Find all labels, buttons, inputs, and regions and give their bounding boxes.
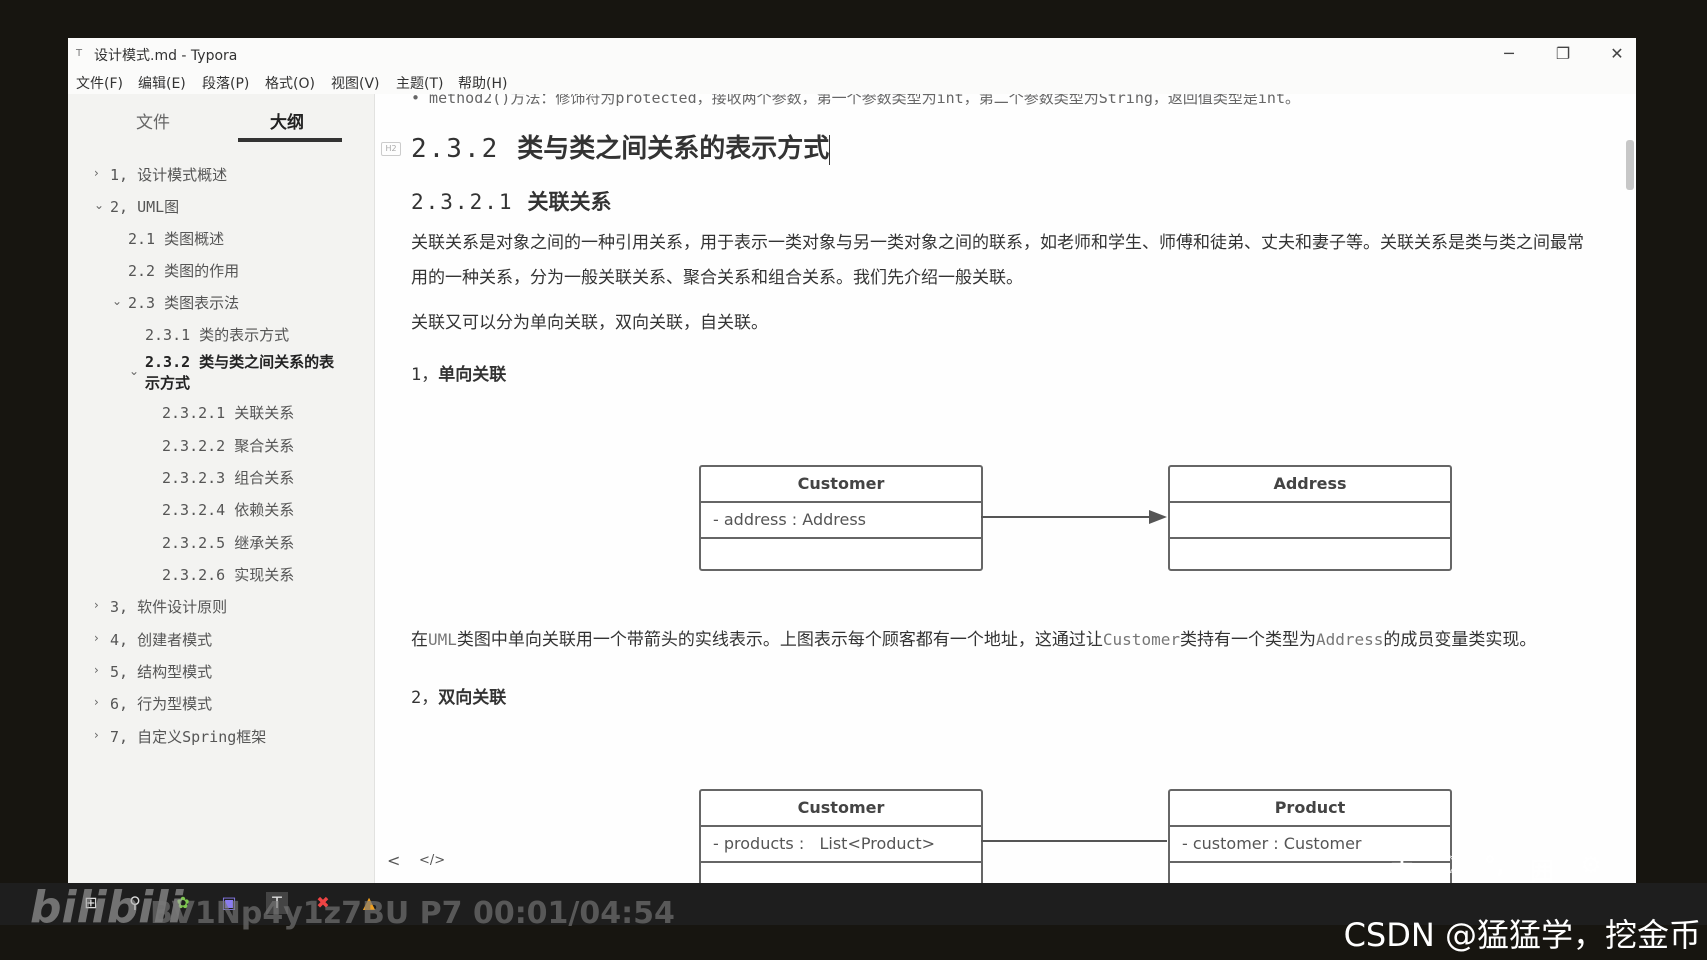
uml-class-customer: Customer - address : Address	[699, 465, 983, 571]
paragraph[interactable]: 在UML类图中单向关联用一个带箭头的实线表示。上图表示每个顾客都有一个地址，这通…	[411, 622, 1591, 658]
toc-item[interactable]: 2.3 类图表示法	[128, 292, 239, 313]
chevron-right-icon[interactable]: ›	[94, 728, 99, 742]
moon-icon[interactable]: ☽	[1438, 851, 1460, 879]
inline-code: Address	[1315, 630, 1384, 649]
heading-text: 类与类之间关系的表示方式	[517, 134, 830, 164]
list-item: • method2()方法：修饰符为protected，接收两个参数，第一个参数…	[411, 94, 1300, 107]
inline-code: Customer	[1102, 630, 1180, 649]
chevron-right-icon[interactable]: ›	[94, 631, 99, 645]
toc-item[interactable]: 2.3.2.5 继承关系	[162, 532, 294, 553]
ime-chinese-icon[interactable]: 中	[1390, 851, 1414, 886]
toc-item[interactable]: 1, 设计模式概述	[110, 164, 227, 185]
close-icon[interactable]: ✕	[1600, 42, 1634, 66]
toc-item[interactable]: 2.3.2.2 聚合关系	[162, 435, 294, 456]
menu-theme[interactable]: 主题(T)	[396, 73, 443, 93]
subheading-text: 单向关联	[438, 365, 507, 385]
text: 类图中单向关联用一个带箭头的实线表示。上图表示每个顾客都有一个地址，这通过让	[456, 630, 1103, 650]
menu-bar: 文件(F) 编辑(E) 段落(P) 格式(O) 视图(V) 主题(T) 帮助(H…	[68, 70, 1636, 94]
keyboard-icon[interactable]: 囲	[1530, 851, 1554, 886]
text: 类持有一个类型为	[1179, 630, 1316, 650]
tab-outline[interactable]: 大纲	[270, 108, 304, 133]
restore-icon[interactable]: ❐	[1546, 42, 1580, 66]
toc-item[interactable]: 2.3.2.3 组合关系	[162, 467, 294, 488]
toc-item[interactable]: 7, 自定义Spring框架	[110, 726, 266, 747]
chevron-right-icon[interactable]: ›	[94, 598, 99, 612]
uml-class-customer: Customer - products : List<Product>	[699, 789, 983, 883]
subheading[interactable]: 2，双向关联	[411, 683, 506, 708]
toc-item[interactable]: 2.3.2.4 依赖关系	[162, 499, 294, 520]
toc-item-active[interactable]: 2.3.2 类与类之间关系的表示方式	[145, 352, 345, 394]
uml-operations	[701, 863, 981, 883]
toc-item[interactable]: 6, 行为型模式	[110, 693, 212, 714]
uml-class-name: Product	[1170, 791, 1450, 827]
subheading-number: 1，	[411, 365, 439, 385]
punctuation-icon[interactable]: °,	[1484, 851, 1505, 879]
ime-toolbar: 中 ☽ °, 囲 ⚙	[1380, 845, 1630, 885]
toggle-sidebar-button[interactable]: <	[387, 851, 400, 870]
text-caret	[829, 134, 831, 165]
window-title: 设计模式.md - Typora	[94, 48, 238, 64]
typora-app-icon: T	[76, 48, 83, 59]
uml-class-address: Address	[1168, 465, 1452, 571]
toc-item[interactable]: 4, 创建者模式	[110, 629, 212, 650]
toc-item[interactable]: 2.3.1 类的表示方式	[145, 324, 289, 345]
subheading[interactable]: 1，单向关联	[411, 360, 506, 385]
tab-files[interactable]: 文件	[136, 108, 170, 133]
text: 在	[411, 630, 428, 650]
uml-class-name: Customer	[701, 791, 981, 827]
minimize-icon[interactable]: ─	[1492, 42, 1526, 66]
association-line	[981, 840, 1167, 842]
subheading-number: 2，	[411, 688, 439, 708]
toc-item[interactable]: 2.3.2.1 关联关系	[162, 402, 294, 423]
chevron-right-icon[interactable]: ›	[94, 166, 99, 180]
menu-file[interactable]: 文件(F)	[76, 73, 123, 93]
uml-attribute: - address : Address	[701, 503, 981, 539]
status-bar: < </>	[375, 843, 675, 883]
chevron-down-icon[interactable]: ⌄	[112, 294, 122, 308]
association-arrow	[981, 510, 1167, 524]
typora-window: T 设计模式.md - Typora ─ ❐ ✕ 文件(F) 编辑(E) 段落(…	[68, 38, 1636, 883]
paragraph[interactable]: 关联关系是对象之间的一种引用关系，用于表示一类对象与另一类对象之间的联系，如老师…	[411, 226, 1591, 296]
section-heading[interactable]: 2.3.2.1 关联关系	[411, 186, 612, 216]
scrollbar-thumb[interactable]	[1626, 140, 1634, 190]
chevron-down-icon[interactable]: ⌄	[129, 364, 139, 378]
chevron-right-icon[interactable]: ›	[94, 695, 99, 709]
title-bar: T 设计模式.md - Typora ─ ❐ ✕	[68, 38, 1636, 70]
heading-number: 2.3.2	[411, 134, 500, 164]
toc-item[interactable]: 5, 结构型模式	[110, 661, 212, 682]
chevron-down-icon[interactable]: ⌄	[94, 198, 104, 212]
source-mode-button[interactable]: </>	[419, 853, 445, 868]
csdn-watermark: CSDN @猛猛学，挖金币	[1343, 916, 1701, 954]
uml-attribute: - products : List<Product>	[701, 827, 981, 863]
editor-pane[interactable]: • method2()方法：修饰符为protected，接收两个参数，第一个参数…	[375, 94, 1636, 883]
uml-class-name: Address	[1170, 467, 1450, 503]
subheading-text: 双向关联	[438, 688, 507, 708]
heading-number: 2.3.2.1	[411, 190, 514, 214]
toc-item[interactable]: 2.2 类图的作用	[128, 260, 239, 281]
menu-format[interactable]: 格式(O)	[265, 73, 315, 93]
menu-view[interactable]: 视图(V)	[331, 73, 380, 93]
uml-operations	[1170, 539, 1450, 569]
heading-text: 关联关系	[527, 190, 612, 214]
page-heading[interactable]: 2.3.2 类与类之间关系的表示方式	[411, 128, 831, 165]
sidebar: 文件 大纲 › 1, 设计模式概述 ⌄ 2, UML图 2.1 类图概述 2.2…	[68, 94, 375, 883]
video-watermark: BV1Np4y1z7BU P7 00:01/04:54	[150, 896, 675, 931]
uml-attribute	[1170, 503, 1450, 539]
menu-paragraph[interactable]: 段落(P)	[202, 73, 249, 93]
gear-icon[interactable]: ⚙	[1580, 851, 1602, 879]
text: 的成员变量类实现。	[1383, 630, 1537, 650]
toc-item[interactable]: 2.1 类图概述	[128, 228, 224, 249]
active-tab-indicator	[238, 138, 342, 142]
toc-item[interactable]: 2.3.2.6 实现关系	[162, 564, 294, 585]
heading-marker-icon: H2	[381, 142, 401, 156]
uml-operations	[701, 539, 981, 569]
toc-item[interactable]: 2, UML图	[110, 196, 179, 217]
paragraph[interactable]: 关联又可以分为单向关联，双向关联，自关联。	[411, 306, 1591, 341]
menu-edit[interactable]: 编辑(E)	[138, 73, 186, 93]
chevron-right-icon[interactable]: ›	[94, 663, 99, 677]
uml-class-name: Customer	[701, 467, 981, 503]
toc-item[interactable]: 3, 软件设计原则	[110, 596, 227, 617]
inline-code: UML	[428, 630, 457, 649]
menu-help[interactable]: 帮助(H)	[458, 73, 507, 93]
